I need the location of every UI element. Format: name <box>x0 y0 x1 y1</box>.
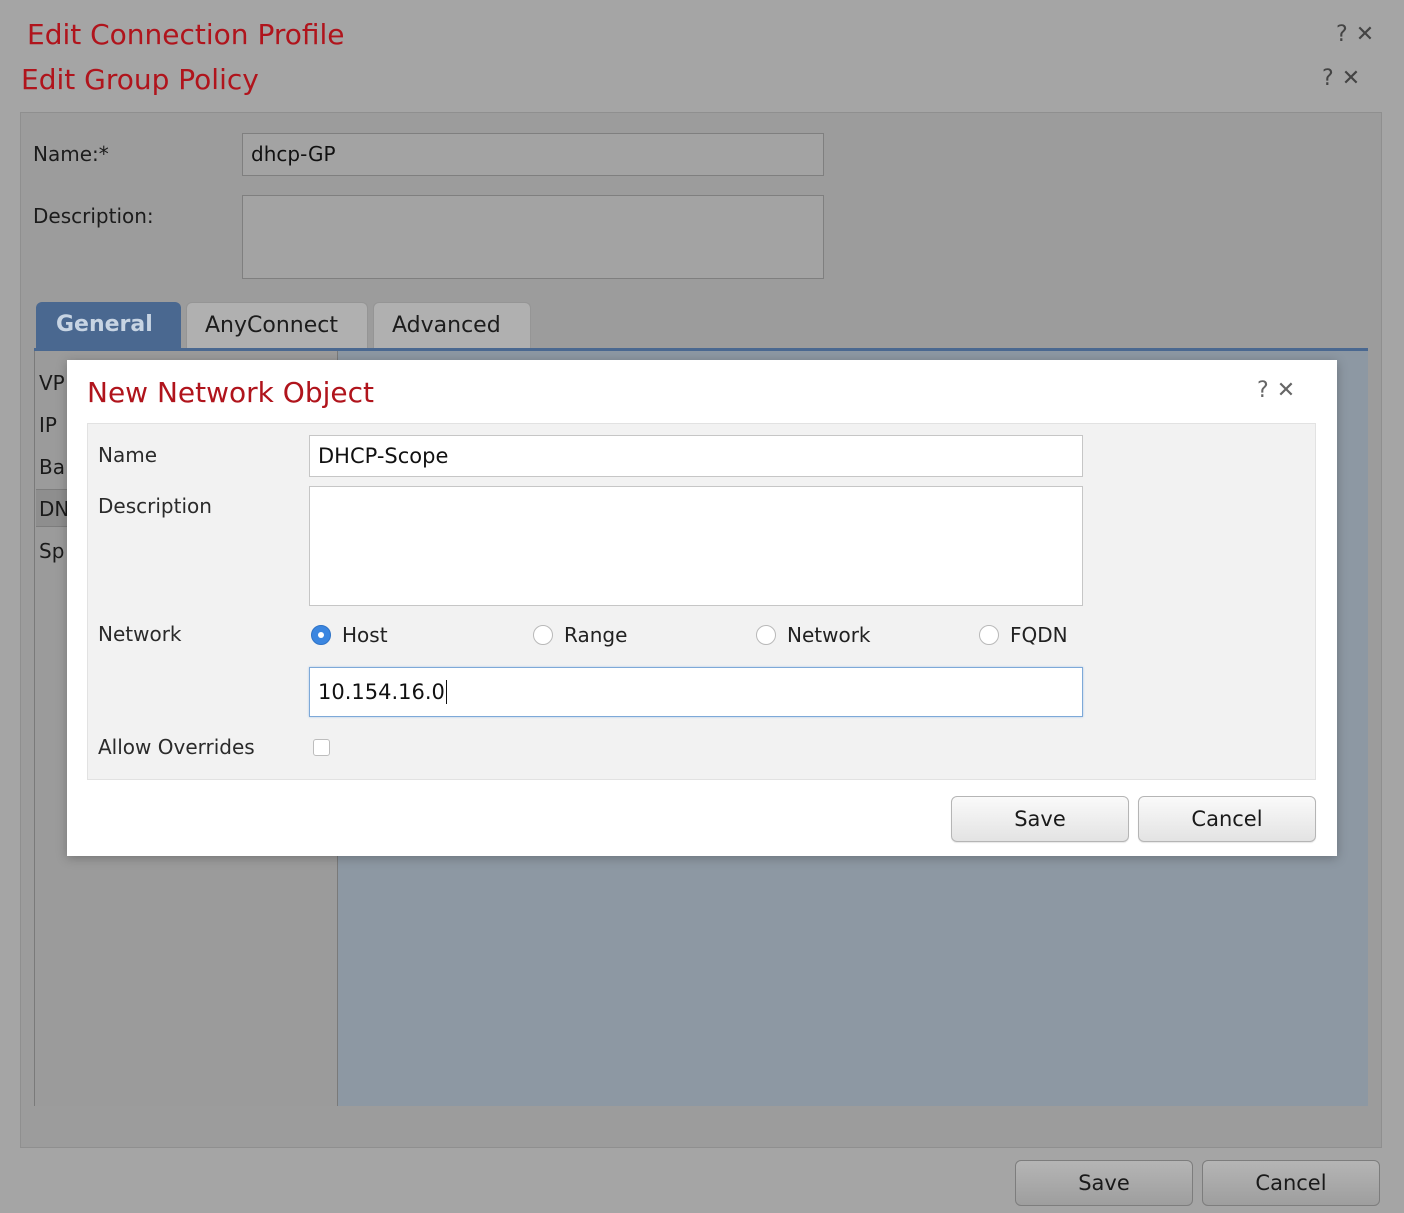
radio-fqdn-label: FQDN <box>1010 623 1068 647</box>
radio-network[interactable]: Network <box>756 623 871 647</box>
modal-cancel-button[interactable]: Cancel <box>1138 796 1316 842</box>
allow-overrides-checkbox[interactable] <box>313 739 330 756</box>
side-menu-item-ip[interactable]: IP <box>39 413 57 437</box>
radio-host-label: Host <box>342 623 388 647</box>
radio-network-label: Network <box>787 623 871 647</box>
help-icon[interactable]: ? <box>1257 378 1277 403</box>
gp-description-textarea[interactable] <box>242 195 824 279</box>
modal-network-label: Network <box>98 622 182 646</box>
connection-profile-title: Edit Connection Profile <box>27 18 345 51</box>
side-menu-item-vpn[interactable]: VP <box>39 371 65 395</box>
radio-range[interactable]: Range <box>533 623 627 647</box>
radio-fqdn[interactable]: FQDN <box>979 623 1068 647</box>
modal-name-label: Name <box>98 443 158 467</box>
radio-host-indicator[interactable] <box>311 625 331 645</box>
gp-save-button[interactable]: Save <box>1015 1160 1193 1206</box>
gp-name-label: Name:* <box>33 142 109 166</box>
radio-network-indicator[interactable] <box>756 625 776 645</box>
modal-save-button[interactable]: Save <box>951 796 1129 842</box>
side-menu-item-banner[interactable]: Ba <box>39 455 65 479</box>
modal-allow-overrides-label: Allow Overrides <box>98 735 255 759</box>
help-icon[interactable]: ? <box>1322 66 1342 91</box>
tab-anyconnect[interactable]: AnyConnect <box>186 302 368 350</box>
radio-range-indicator[interactable] <box>533 625 553 645</box>
group-policy-title: Edit Group Policy <box>21 63 259 96</box>
close-icon[interactable]: ✕ <box>1277 378 1303 403</box>
text-caret <box>445 680 447 704</box>
modal-description-textarea[interactable] <box>309 486 1083 606</box>
tab-advanced[interactable]: Advanced <box>373 302 531 350</box>
modal-network-value-input[interactable]: 10.154.16.0 <box>309 667 1083 717</box>
modal-window-controls: ?✕ <box>1257 378 1303 403</box>
modal-title: New Network Object <box>87 376 374 409</box>
radio-host[interactable]: Host <box>311 623 388 647</box>
modal-name-input[interactable]: DHCP-Scope <box>309 435 1083 477</box>
side-menu-item-split-tunneling[interactable]: Sp <box>39 539 64 563</box>
close-icon[interactable]: ✕ <box>1342 66 1368 91</box>
gp-cancel-button[interactable]: Cancel <box>1202 1160 1380 1206</box>
gp-name-input[interactable]: dhcp-GP <box>242 133 824 176</box>
side-menu-item-dns[interactable]: DN <box>39 497 69 521</box>
gp-description-label: Description: <box>33 204 154 228</box>
network-value-text: 10.154.16.0 <box>318 680 445 704</box>
modal-description-label: Description <box>98 494 212 518</box>
connection-profile-window-controls: ?✕ <box>1336 22 1382 47</box>
tab-general[interactable]: General <box>36 302 181 350</box>
close-icon[interactable]: ✕ <box>1356 22 1382 47</box>
group-policy-window-controls: ?✕ <box>1322 66 1368 91</box>
help-icon[interactable]: ? <box>1336 22 1356 47</box>
radio-range-label: Range <box>564 623 628 647</box>
radio-fqdn-indicator[interactable] <box>979 625 999 645</box>
